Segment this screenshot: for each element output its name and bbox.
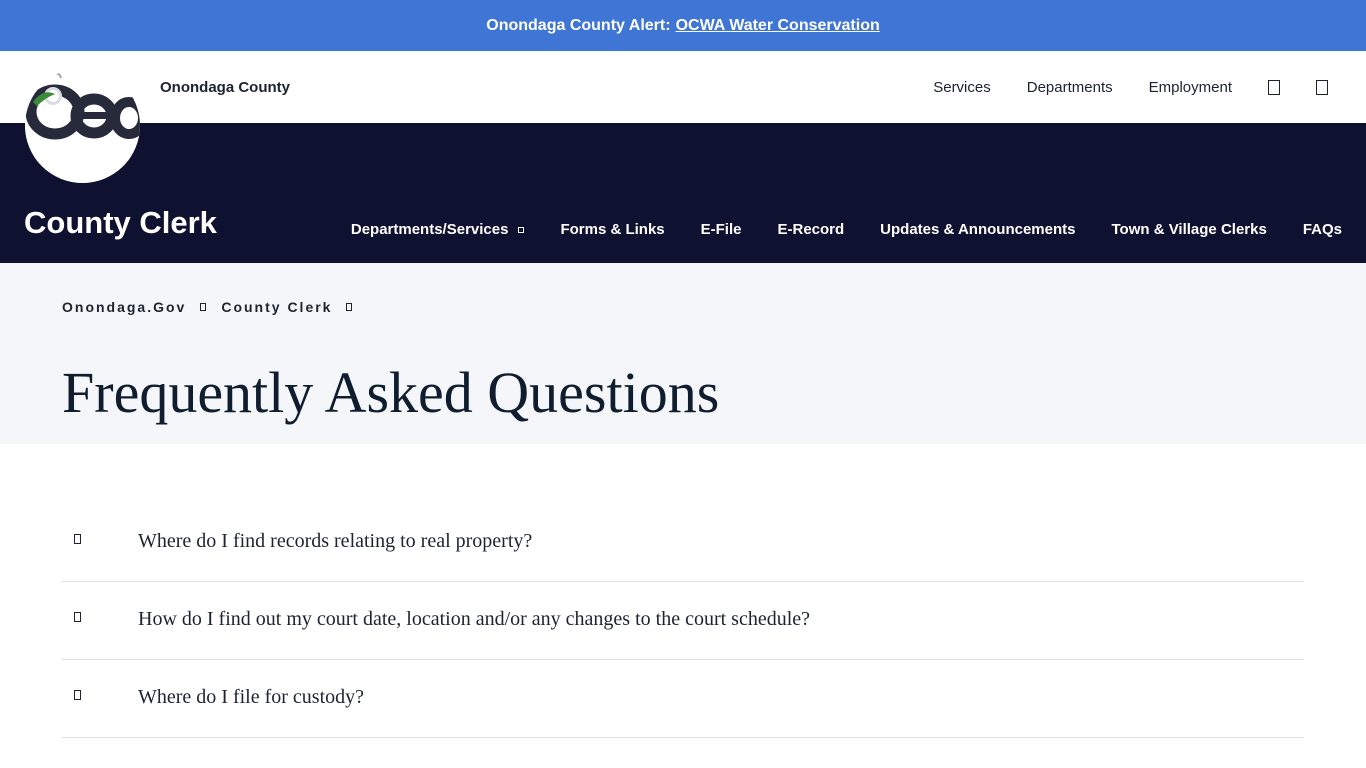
faq-item[interactable]: How do I find out my court date, locatio… <box>62 582 1304 660</box>
menu-icon[interactable] <box>1316 79 1328 95</box>
plus-icon[interactable] <box>74 690 81 700</box>
nav-town-village-clerks[interactable]: Town & Village Clerks <box>1111 221 1266 238</box>
faq-question[interactable]: How do I find out my court date, locatio… <box>138 608 810 631</box>
nav-e-file[interactable]: E-File <box>701 221 742 238</box>
plus-icon[interactable] <box>74 534 81 544</box>
search-icon[interactable] <box>1268 79 1280 95</box>
page-title: Frequently Asked Questions <box>62 360 720 425</box>
nav-departments-services-label: Departments/Services <box>350 221 509 238</box>
top-nav-services[interactable]: Services <box>933 79 991 96</box>
nav-departments-services[interactable]: Departments/Services <box>351 221 525 238</box>
chevron-right-icon <box>346 303 353 311</box>
nav-forms-links[interactable]: Forms & Links <box>560 221 664 238</box>
nav-updates-announcements[interactable]: Updates & Announcements <box>880 221 1075 238</box>
alert-banner: Onondaga County Alert: OCWA Water Conser… <box>0 0 1366 51</box>
nav-e-record[interactable]: E-Record <box>777 221 844 238</box>
county-logo-mark <box>25 68 140 183</box>
department-nav-band: County Clerk Departments/Services Forms … <box>0 123 1366 263</box>
chevron-right-icon <box>200 303 207 311</box>
alert-link[interactable]: OCWA Water Conservation <box>676 17 880 35</box>
county-name[interactable]: Onondaga County <box>160 79 290 96</box>
breadcrumb-item-home[interactable]: Onondaga.Gov <box>62 299 186 315</box>
page-hero: Onondaga.Gov County Clerk Frequently Ask… <box>0 263 1366 444</box>
plus-icon[interactable] <box>74 612 81 622</box>
department-title[interactable]: County Clerk <box>24 205 217 241</box>
faq-item[interactable]: Where do I find records relating to real… <box>62 504 1304 582</box>
breadcrumb: Onondaga.Gov County Clerk <box>62 299 367 315</box>
department-nav: Departments/Services Forms & Links E-Fil… <box>351 221 1342 238</box>
top-nav-employment[interactable]: Employment <box>1149 79 1232 96</box>
faq-question[interactable]: Where do I find records relating to real… <box>138 530 532 553</box>
faq-item[interactable]: Where do I file for custody? <box>62 660 1304 738</box>
breadcrumb-item-county-clerk[interactable]: County Clerk <box>221 299 332 315</box>
top-nav: Services Departments Employment <box>933 51 1366 123</box>
county-logo[interactable] <box>25 68 140 183</box>
alert-prefix: Onondaga County Alert: <box>486 16 671 34</box>
chevron-down-icon[interactable] <box>518 226 525 233</box>
faq-question[interactable]: Where do I file for custody? <box>138 686 364 709</box>
top-header: Onondaga County Services Departments Emp… <box>0 51 1366 123</box>
nav-faqs[interactable]: FAQs <box>1303 221 1342 238</box>
top-nav-departments[interactable]: Departments <box>1027 79 1113 96</box>
faq-accordion: Where do I find records relating to real… <box>62 504 1304 738</box>
